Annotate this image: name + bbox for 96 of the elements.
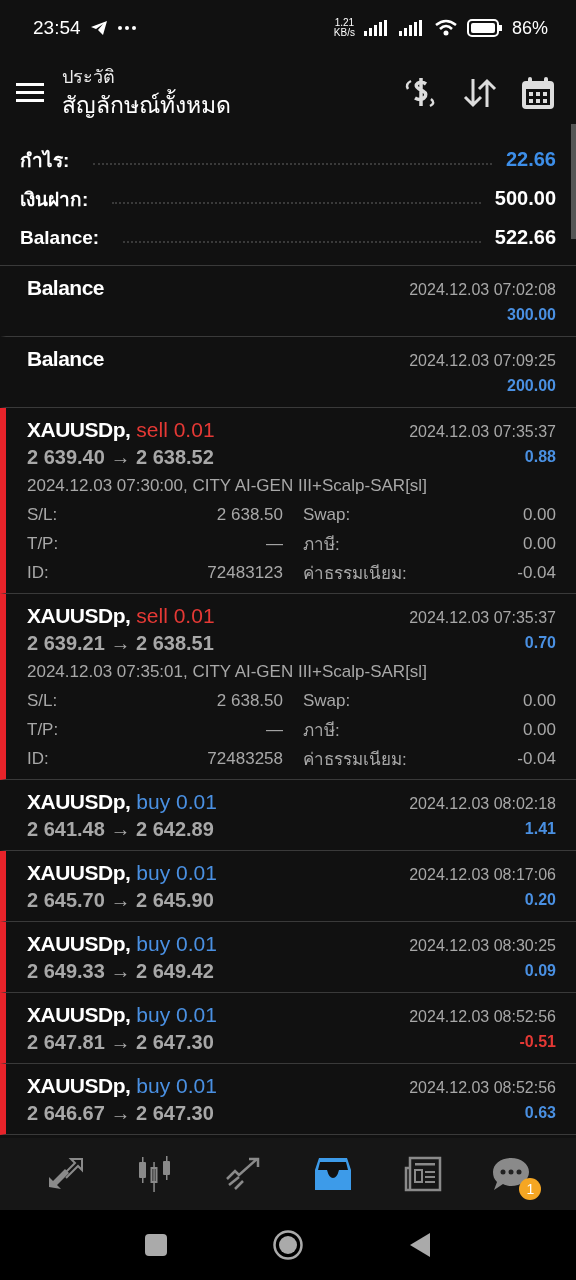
deal-time: 2024.12.03 07:09:25: [409, 352, 556, 370]
deal-row[interactable]: XAUUSDp, buy 0.01 2024.12.03 08:02:18 2 641.48 → 2 642.89 1.41: [0, 780, 576, 851]
deal-prices: 2 641.48 → 2 642.89: [27, 817, 214, 841]
deal-order: buy 0.01: [136, 861, 217, 885]
summary-value: 22.66: [505, 148, 556, 171]
header-subtitle: ประวัติ: [62, 66, 116, 89]
deal-profit: 0.70: [524, 634, 556, 652]
detail-label: S/L:: [27, 504, 59, 525]
detail-value: -0.04: [516, 562, 556, 583]
network-speed: 1.21: [334, 18, 355, 28]
deal-order: buy 0.01: [136, 790, 217, 814]
deal-row[interactable]: Balance 2024.12.03 07:02:08 300.00: [0, 266, 576, 337]
detail-label: T/P:: [27, 719, 60, 740]
deal-prices: 2 645.70 → 2 645.90: [27, 888, 214, 912]
detail-value: 0.00: [521, 690, 556, 711]
deal-prices: 2 646.67 → 2 647.30: [27, 1101, 214, 1125]
detail-label: Swap:: [302, 690, 352, 711]
detail-value: 2 638.50: [215, 690, 283, 711]
deal-row[interactable]: XAUUSDp, sell 0.01 2024.12.03 07:35:37 2 639.21 → 2 638.51 0.70 2024.12.03 07:35:01, CITY AI-GEN III+Scalp-SAR[sl] S/L: 2 638.50 Swap: 0.00 T/P: — ภาษี: 0.00 ID: 72483258 ค่าธรรมเนียม: -0.04: [0, 594, 576, 780]
deal-row[interactable]: XAUUSDp, buy 0.01 2024.12.03 08:30:25 2 649.33 → 2 649.42 0.09: [0, 922, 576, 993]
deal-row[interactable]: XAUUSDp, buy 0.01 2024.12.03 08:52:56 2 647.81 → 2 647.30 -0.51: [0, 993, 576, 1064]
deal-profit: 0.09: [524, 962, 556, 980]
deal-comment: 2024.12.03 07:35:01, CITY AI-GEN III+Scalp-SAR[sl]: [27, 662, 428, 682]
deal-row[interactable]: XAUUSDp, sell 0.01 2024.12.03 07:35:37 2 639.40 → 2 638.52 0.88 2024.12.03 07:30:00, CITY AI-GEN III+Scalp-SAR[sl] S/L: 2 638.50 Swap: 0.00 T/P: — ภาษี: 0.00 ID: 72483123 ค่าธรรมเนียม: -0.04: [0, 408, 576, 594]
deal-symbol: XAUUSDp,: [27, 790, 131, 814]
detail-label: ค่าธรรมเนียม:: [302, 749, 408, 771]
deal-prices: 2 639.40 → 2 638.52: [27, 445, 214, 469]
deal-symbol: XAUUSDp,: [27, 932, 131, 956]
summary-label: Balance:: [20, 226, 100, 249]
deal-profit: 0.20: [524, 891, 556, 909]
deal-symbol: Balance: [27, 347, 105, 371]
header-title: สัญลักษณ์ทั้งหมด: [62, 89, 382, 121]
detail-label: Swap:: [302, 504, 352, 525]
deal-row[interactable]: XAUUSDp, buy 0.01 2024.12.03 08:17:06 2 645.70 → 2 645.90 0.20: [0, 851, 576, 922]
network-speed-unit: KB/s: [333, 28, 355, 38]
signal-icon: [363, 20, 390, 36]
detail-value: 0.00: [521, 533, 556, 554]
battery-icon: [466, 19, 503, 37]
detail-value: 0.00: [521, 719, 556, 740]
deal-symbol: XAUUSDp,: [27, 418, 131, 442]
chat-bubble-icon: [491, 1156, 532, 1192]
deal-order: buy 0.01: [136, 932, 217, 956]
deal-order: buy 0.01: [136, 1074, 217, 1098]
detail-value: 0.00: [521, 504, 556, 525]
deal-order: sell 0.01: [136, 418, 215, 442]
deal-symbol: XAUUSDp,: [27, 604, 131, 628]
detail-value: -0.04: [516, 748, 556, 769]
summary-value: 522.66: [494, 226, 556, 249]
deal-profit: 300.00: [507, 306, 556, 324]
detail-value: 2 638.50: [215, 504, 283, 525]
more-icon: [116, 25, 137, 31]
deal-time: 2024.12.03 08:30:25: [409, 937, 556, 955]
detail-value: 72483123: [206, 562, 283, 583]
summary-value: 500.00: [494, 187, 556, 210]
summary-label: เงินฝาก:: [20, 187, 89, 212]
deal-symbol: Balance: [27, 276, 105, 300]
deal-order: sell 0.01: [136, 604, 215, 628]
deal-symbol: XAUUSDp,: [27, 1074, 131, 1098]
detail-label: ภาษี:: [302, 534, 341, 556]
deal-prices: 2 647.81 → 2 647.30: [27, 1030, 214, 1054]
summary-label: กำไร:: [20, 148, 70, 173]
deal-profit: 200.00: [507, 377, 556, 395]
deal-time: 2024.12.03 07:35:37: [409, 609, 556, 627]
clock: 23:54: [33, 17, 81, 39]
notification-badge: 1: [519, 1178, 542, 1200]
telegram-icon: [89, 20, 108, 36]
detail-value: 72483258: [206, 748, 283, 769]
deal-profit: 1.41: [524, 820, 556, 838]
detail-label: ID:: [27, 562, 50, 583]
detail-label: ค่าธรรมเนียม:: [302, 563, 408, 585]
deal-time: 2024.12.03 07:35:37: [409, 423, 556, 441]
deal-row[interactable]: Balance 2024.12.03 07:09:25 200.00: [0, 337, 576, 408]
deal-time: 2024.12.03 08:52:56: [409, 1008, 556, 1026]
deal-time: 2024.12.03 08:02:18: [409, 795, 556, 813]
deal-comment: 2024.12.03 07:30:00, CITY AI-GEN III+Scalp-SAR[sl]: [27, 476, 428, 496]
deal-profit: 0.88: [524, 448, 556, 466]
detail-label: T/P:: [27, 533, 60, 554]
deal-time: 2024.12.03 07:02:08: [409, 281, 556, 299]
deal-order: buy 0.01: [136, 1003, 217, 1027]
detail-value: —: [265, 533, 283, 554]
deal-symbol: XAUUSDp,: [27, 1003, 131, 1027]
signal-icon: [398, 20, 425, 36]
detail-label: ID:: [27, 748, 50, 769]
detail-label: ภาษี:: [302, 720, 341, 742]
deal-time: 2024.12.03 08:17:06: [409, 866, 556, 884]
wifi-icon: [433, 19, 458, 37]
deal-profit: -0.51: [519, 1033, 556, 1051]
deal-prices: 2 649.33 → 2 649.42: [27, 959, 214, 983]
detail-value: —: [265, 719, 283, 740]
detail-label: S/L:: [27, 690, 59, 711]
deal-profit: 0.63: [524, 1104, 556, 1122]
deal-prices: 2 639.21 → 2 638.51: [27, 631, 214, 655]
deal-time: 2024.12.03 08:52:56: [409, 1079, 556, 1097]
battery-level: 86%: [511, 17, 548, 39]
deal-symbol: XAUUSDp,: [27, 861, 131, 885]
inbox-icon: [312, 1156, 353, 1192]
